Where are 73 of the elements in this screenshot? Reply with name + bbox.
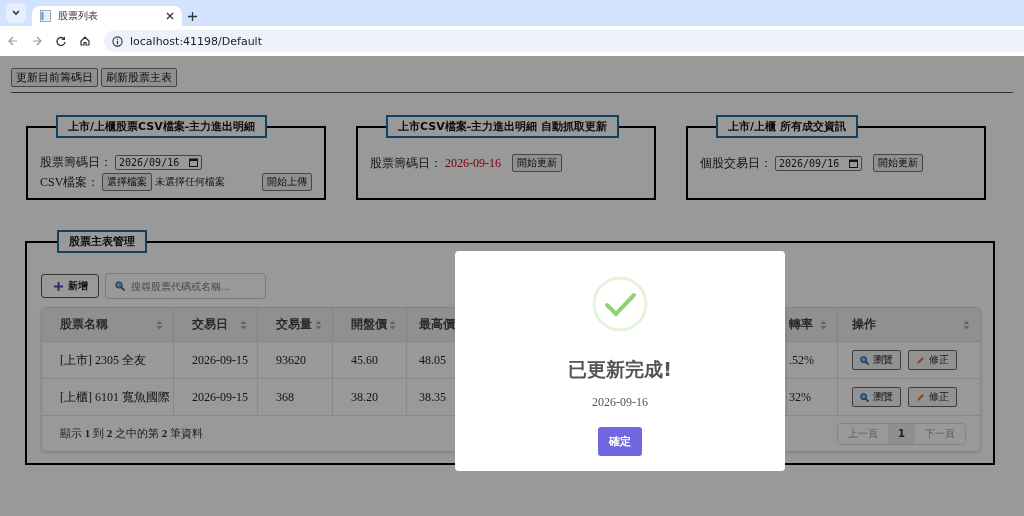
forward-icon[interactable] [32, 36, 42, 46]
action-button[interactable]: 開始更新 [512, 154, 562, 172]
address-bar[interactable]: localhost:41198/Default [104, 30, 1024, 52]
view-button[interactable]: 瀏覽 [852, 350, 901, 370]
search-field[interactable]: 搜尋股票代碼或名稱... [105, 273, 266, 299]
sort-icon [389, 319, 396, 330]
panel-title: 上市/上櫃 所有成交資訊 [716, 115, 858, 138]
view-button[interactable]: 瀏覽 [852, 387, 901, 407]
sort-icon [156, 319, 163, 330]
column-header[interactable]: 交易日 [174, 308, 258, 342]
sort-icon [963, 319, 970, 330]
dialog-title: 已更新完成! [568, 357, 672, 382]
reload-icon[interactable] [56, 36, 66, 46]
table-cell: 45.60 [333, 342, 407, 379]
edit-button[interactable]: 修正 [908, 350, 957, 370]
column-header[interactable]: 操作 [838, 308, 980, 342]
toolbar-button[interactable]: 更新目前籌碼日 [11, 68, 98, 87]
table-cell: 32% [787, 379, 838, 416]
file-status: 未選擇任何檔案 [155, 175, 226, 189]
page-button[interactable]: 1 [888, 423, 915, 444]
pencil-icon [916, 355, 925, 365]
add-button[interactable]: 新增 [41, 274, 99, 298]
search-icon [860, 355, 869, 365]
home-icon[interactable] [80, 36, 90, 46]
table-cell: 93620 [258, 342, 333, 379]
url-text: localhost:41198/Default [130, 34, 262, 48]
column-header[interactable]: 股票名稱 [42, 308, 174, 342]
field-label: 股票籌碼日： [40, 154, 112, 171]
confirm-button[interactable]: 確定 [598, 427, 642, 456]
table-cell: 368 [258, 379, 333, 416]
date-value: 2026-09-16 [445, 155, 501, 171]
table-cell: 2026-09-15 [174, 342, 258, 379]
table-cell: 38.20 [333, 379, 407, 416]
back-icon[interactable] [8, 36, 18, 46]
dialog-text: 2026-09-16 [592, 395, 648, 410]
caret-icon [12, 10, 20, 16]
pencil-icon [916, 392, 925, 402]
table-cell: 2026-09-15 [174, 379, 258, 416]
field-label: 股票籌碼日： [370, 154, 442, 172]
date-field[interactable]: 2026/09/16 [115, 155, 203, 170]
panel-title: 上市CSV檔案-主力進出明細 自動抓取更新 [386, 115, 620, 138]
column-header[interactable]: 轉率 [787, 308, 838, 342]
sort-icon [820, 319, 827, 330]
column-header[interactable]: 開盤價 [333, 308, 407, 342]
check-icon [592, 276, 648, 332]
tab-title: 股票列表 [58, 9, 99, 23]
action-button[interactable]: 開始上傳 [262, 173, 312, 191]
field-label: 個股交易日： [700, 154, 772, 172]
toolbar-button[interactable]: 刷新股票主表 [101, 68, 177, 87]
close-icon[interactable] [166, 12, 174, 20]
tab-list-button[interactable] [6, 3, 26, 23]
calendar-icon [849, 158, 859, 168]
record-info: 顯示 1 到 2 之中的第 2 筆資料 [60, 426, 203, 441]
calendar-icon [189, 158, 199, 167]
panel-title: 上市/上櫃股票CSV檔案-主力進出明細 [56, 115, 268, 138]
table-cell: .52% [787, 342, 838, 379]
action-button[interactable]: 開始更新 [873, 154, 924, 172]
column-header[interactable]: 交易量 [258, 308, 333, 342]
date-field[interactable]: 2026/09/16 [775, 155, 863, 171]
sort-icon [240, 319, 247, 330]
plus-icon [54, 281, 63, 291]
page-icon [40, 10, 51, 22]
field-label: CSV檔案： [40, 173, 100, 191]
table-cell: [上櫃] 6101 寬魚國際 [42, 379, 174, 416]
browser-tab[interactable]: 股票列表 [32, 6, 182, 26]
panel-title: 股票主表管理 [57, 230, 147, 253]
choose-file-button[interactable]: 選擇檔案 [102, 173, 153, 191]
edit-button[interactable]: 修正 [908, 387, 957, 407]
plus-icon[interactable] [188, 12, 197, 21]
info-icon [112, 35, 123, 47]
table-cell: [上市] 2305 全友 [42, 342, 174, 379]
sort-icon [315, 319, 322, 330]
search-icon [860, 392, 869, 402]
